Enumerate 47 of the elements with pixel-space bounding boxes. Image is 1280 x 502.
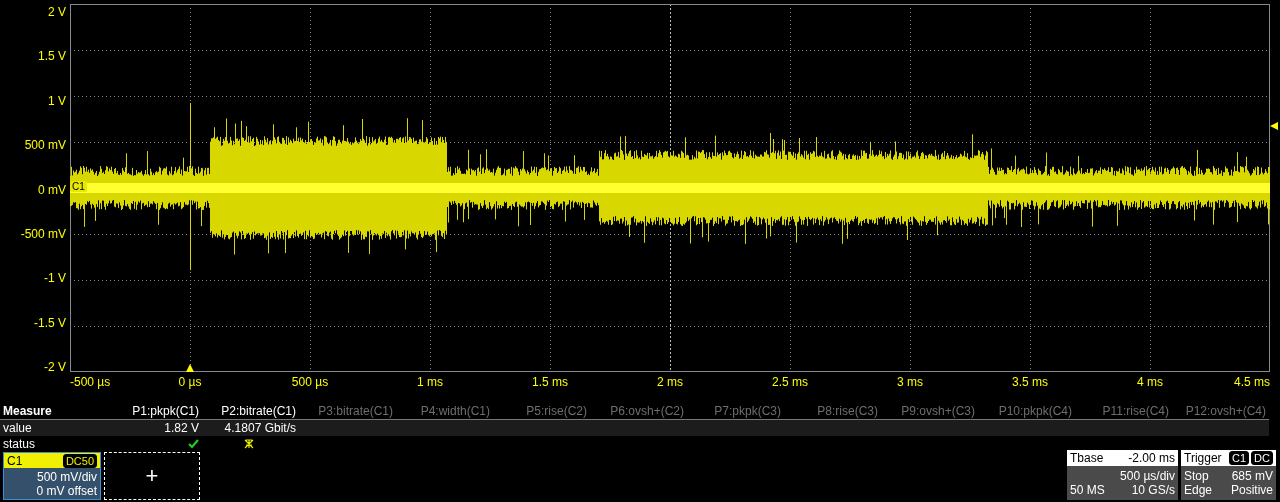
vertical-offset: 0 mV offset — [36, 483, 97, 498]
trigger-type: Edge — [1184, 483, 1213, 497]
y-axis-label: -1 V — [44, 270, 67, 287]
coupling-badge: DC — [1251, 451, 1273, 465]
y-axis-label: 0 mV — [38, 181, 67, 198]
y-axis-label: 1 V — [48, 92, 67, 109]
x-axis-label: 3 ms — [896, 374, 924, 390]
add-trace-button[interactable]: + — [104, 452, 200, 500]
y-axis-label: -500 mV — [20, 225, 67, 242]
measure-value: 4.1807 Gbit/s — [223, 420, 297, 436]
x-axis-label: 2 ms — [656, 374, 684, 390]
y-axis-label: -1.5 V — [34, 314, 67, 331]
vertical-scale: 500 mV/div — [36, 469, 97, 484]
x-axis-label: 500 µs — [290, 374, 330, 390]
timebase-scale: 500 µs/div — [1120, 469, 1175, 483]
sample-rate: 10 GS/s — [1131, 483, 1175, 497]
channel-descriptor[interactable]: C1 DC50 500 mV/div 0 mV offset — [3, 452, 101, 500]
measure-value: 1.82 V — [163, 420, 200, 436]
y-axis-label: 500 mV — [24, 137, 67, 154]
sample-count: 50 MS — [1070, 483, 1105, 497]
x-axis-label: 4.5 ms — [1233, 374, 1270, 390]
channel-marker: C1 — [70, 181, 87, 192]
trigger-title: Trigger — [1184, 451, 1222, 465]
row-label: status — [3, 436, 35, 452]
channel-name: C1 — [7, 453, 23, 468]
trigger-mode: Stop — [1184, 469, 1209, 483]
trigger-position-icon — [186, 364, 194, 372]
x-axis-label: -500 µs — [70, 374, 112, 390]
coupling-badge: DC50 — [62, 453, 97, 468]
x-axis-label: 2.5 ms — [771, 374, 809, 390]
x-axis-label: 1.5 ms — [531, 374, 569, 390]
timebase-descriptor[interactable]: Tbase -2.00 ms 500 µs/div 50 MS 10 GS/s — [1067, 450, 1178, 500]
trigger-level-icon — [1270, 122, 1278, 130]
y-axis-label: 2 V — [48, 4, 67, 20]
source-badge: C1 — [1229, 451, 1250, 465]
x-axis-label: 3.5 ms — [1011, 374, 1049, 390]
trigger-descriptor[interactable]: Trigger C1 DC Stop 685 mV Edge Positive — [1181, 450, 1276, 500]
timebase-title: Tbase — [1070, 451, 1104, 465]
timebase-delay: -2.00 ms — [1128, 451, 1175, 465]
x-axis-label: 4 ms — [1136, 374, 1164, 390]
x-axis-label: 1 ms — [416, 374, 444, 390]
y-axis-label: -2 V — [44, 359, 67, 375]
x-axis-label: 0 µs — [177, 374, 203, 390]
trigger-level: 685 mV — [1231, 469, 1273, 483]
row-label: value — [2, 420, 33, 436]
trigger-slope: Positive — [1230, 483, 1273, 497]
y-axis-label: 1.5 V — [37, 48, 67, 65]
